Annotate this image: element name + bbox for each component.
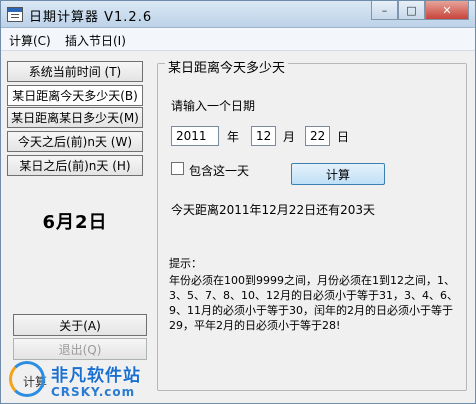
close-icon: ✕ bbox=[442, 3, 452, 17]
tips-body: 年份必须在100到9999之间，月份必须在1到12之间，1、3、5、7、8、10… bbox=[169, 274, 458, 332]
calendar-icon bbox=[7, 7, 23, 22]
month-input[interactable]: 12 bbox=[251, 126, 276, 146]
nav-n-days-from-date-button[interactable]: 某日之后(前)n天 (H) bbox=[7, 155, 143, 176]
menu-insert-holiday[interactable]: 插入节日(I) bbox=[65, 32, 126, 49]
menu-bar: 计算(C) 插入节日(I) bbox=[1, 28, 475, 51]
watermark-logo bbox=[9, 361, 45, 397]
calculate-button[interactable]: 计算 bbox=[291, 163, 385, 185]
date-prompt-label: 请输入一个日期 bbox=[171, 99, 256, 113]
day-unit-label: 日 bbox=[337, 130, 350, 144]
year-input[interactable]: 2011 bbox=[171, 126, 219, 146]
maximize-button[interactable]: □ bbox=[398, 1, 425, 20]
app-window: 日期计算器 V1.2.6 – □ ✕ 计算(C) 插入节日(I) 系统当前时间 … bbox=[0, 0, 476, 404]
watermark-text: 非凡软件站 bbox=[51, 366, 141, 386]
window-title: 日期计算器 V1.2.6 bbox=[29, 10, 153, 25]
nav-days-to-today-button[interactable]: 某日距离今天多少天(B) bbox=[7, 85, 143, 106]
maximize-icon: □ bbox=[406, 3, 417, 17]
about-button[interactable]: 关于(A) bbox=[13, 314, 147, 336]
minimize-button[interactable]: – bbox=[371, 1, 398, 20]
year-unit-label: 年 bbox=[227, 130, 240, 144]
tips-section: 提示： 年份必须在100到9999之间，月份必须在1到12之间，1、3、5、7、… bbox=[169, 256, 459, 333]
month-unit-label: 月 bbox=[283, 130, 296, 144]
menu-calculate[interactable]: 计算(C) bbox=[9, 32, 51, 49]
caption-buttons: – □ ✕ bbox=[371, 1, 469, 21]
nav-days-between-dates-button[interactable]: 某日距离某日多少天(M) bbox=[7, 107, 143, 128]
minimize-icon: – bbox=[381, 3, 388, 17]
nav-n-days-from-today-button[interactable]: 今天之后(前)n天 (W) bbox=[7, 131, 143, 152]
tips-title: 提示： bbox=[169, 257, 202, 270]
watermark-subtext: CRSKY.com bbox=[51, 385, 136, 399]
exit-button[interactable]: 退出(Q) bbox=[13, 338, 147, 360]
include-day-checkbox[interactable] bbox=[171, 162, 184, 175]
groupbox-title: 某日距离今天多少天 bbox=[165, 57, 289, 76]
nav-system-time-button[interactable]: 系统当前时间 (T) bbox=[7, 61, 143, 82]
include-day-label[interactable]: 包含这一天 bbox=[189, 162, 249, 179]
close-button[interactable]: ✕ bbox=[425, 1, 469, 20]
day-input[interactable]: 22 bbox=[305, 126, 330, 146]
current-date-display: 6月2日 bbox=[42, 212, 108, 233]
result-text: 今天距离2011年12月22日还有203天 bbox=[171, 203, 375, 217]
title-bar[interactable]: 日期计算器 V1.2.6 – □ ✕ bbox=[1, 1, 475, 28]
